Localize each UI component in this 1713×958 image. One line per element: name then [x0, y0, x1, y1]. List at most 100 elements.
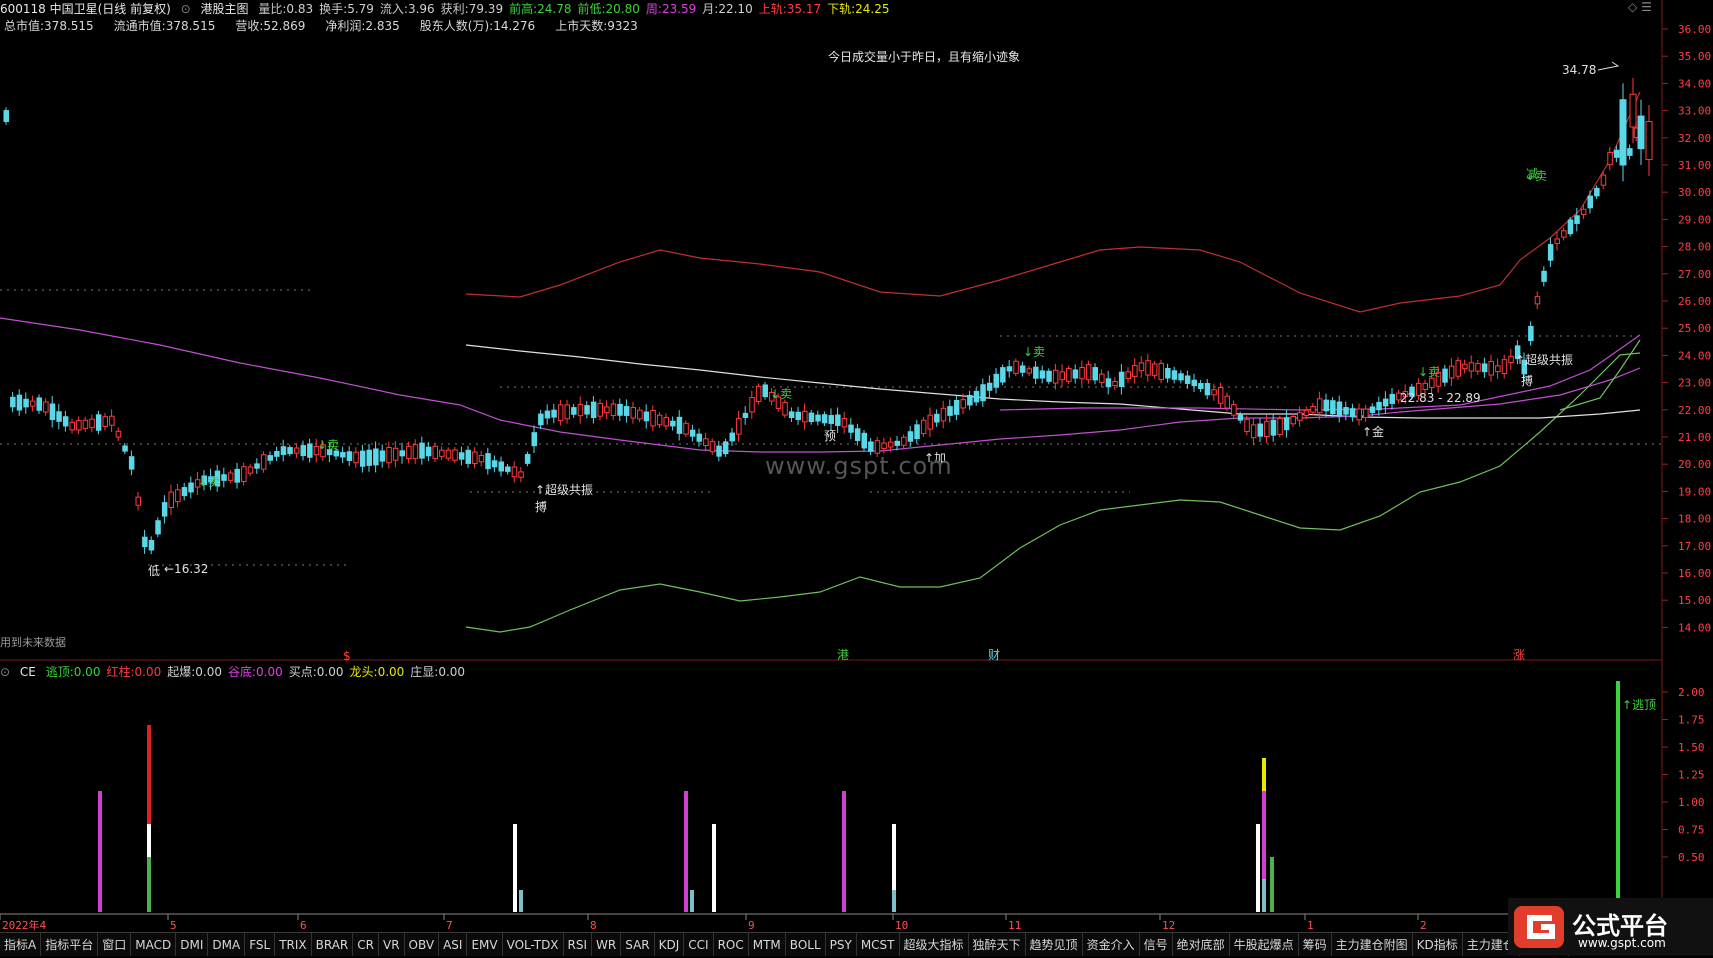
candle-body[interactable]: [1488, 360, 1494, 376]
candle-body[interactable]: [1079, 367, 1085, 380]
candle-body[interactable]: [729, 432, 735, 442]
candle-body[interactable]: [1171, 370, 1178, 380]
candle-body[interactable]: [1013, 360, 1019, 374]
candle-body[interactable]: [868, 441, 874, 452]
candle-body[interactable]: [960, 399, 966, 409]
tab-9[interactable]: CR: [353, 933, 379, 956]
candle-body[interactable]: [663, 417, 669, 427]
candle-body[interactable]: [1574, 215, 1580, 224]
candle-body[interactable]: [1138, 362, 1145, 372]
candle-body[interactable]: [1587, 195, 1593, 209]
candle-body[interactable]: [62, 416, 69, 427]
candle-body[interactable]: [854, 428, 861, 441]
candle-body[interactable]: [1508, 355, 1514, 364]
tab-29[interactable]: 信号: [1140, 933, 1173, 956]
candle-body[interactable]: [1316, 398, 1323, 414]
candle-body[interactable]: [637, 409, 643, 420]
tab-30[interactable]: 绝对底部: [1173, 933, 1230, 956]
candle-body[interactable]: [95, 414, 102, 431]
candle-body[interactable]: [1455, 360, 1461, 377]
candle-body[interactable]: [749, 396, 755, 413]
candle-body[interactable]: [128, 456, 135, 470]
candle-body[interactable]: [656, 414, 663, 426]
candle-body[interactable]: [181, 487, 188, 497]
tab-24[interactable]: MCST: [857, 933, 900, 956]
candle-body[interactable]: [1382, 398, 1389, 407]
tab-34[interactable]: KD指标: [1413, 933, 1463, 956]
candle-body[interactable]: [544, 410, 551, 419]
candle-body[interactable]: [1231, 404, 1237, 416]
candle-body[interactable]: [386, 446, 392, 464]
candle-body[interactable]: [907, 431, 914, 442]
candle-body[interactable]: [392, 447, 399, 461]
tab-19[interactable]: CCI: [684, 933, 714, 956]
candle-body[interactable]: [1554, 238, 1560, 244]
tab-26[interactable]: 独醉天下: [969, 933, 1026, 956]
candle-body[interactable]: [1244, 418, 1250, 432]
candle-body[interactable]: [1442, 368, 1448, 383]
candle-body[interactable]: [1099, 373, 1105, 383]
candle-body[interactable]: [716, 445, 722, 457]
candle-body[interactable]: [1072, 369, 1079, 379]
candle-body[interactable]: [967, 394, 973, 406]
candle-body[interactable]: [1125, 371, 1131, 379]
candle-body[interactable]: [947, 406, 953, 416]
candle-body[interactable]: [1356, 408, 1362, 421]
candle-body[interactable]: [630, 407, 636, 419]
candle-body[interactable]: [1151, 363, 1158, 376]
tab-7[interactable]: TRIX: [275, 933, 312, 956]
candle-body[interactable]: [10, 396, 16, 408]
candle-body[interactable]: [3, 110, 9, 123]
sub-dropdown-icon[interactable]: ⊙: [0, 665, 10, 679]
candle-body[interactable]: [399, 450, 405, 457]
candle-body[interactable]: [597, 402, 603, 417]
tab-13[interactable]: EMV: [467, 933, 503, 956]
candle-body[interactable]: [1237, 414, 1244, 421]
candle-body[interactable]: [353, 451, 359, 464]
candle-body[interactable]: [1250, 424, 1257, 439]
candle-body[interactable]: [1629, 93, 1637, 128]
sub-indicator-name[interactable]: CE: [20, 665, 36, 679]
tab-10[interactable]: VR: [379, 933, 405, 956]
candle-body[interactable]: [1204, 383, 1211, 396]
candle-body[interactable]: [531, 432, 537, 447]
candle-body[interactable]: [69, 421, 75, 431]
candle-body[interactable]: [82, 419, 89, 429]
tab-31[interactable]: 牛股起爆点: [1230, 933, 1299, 956]
candle-body[interactable]: [1132, 365, 1138, 377]
candle-body[interactable]: [980, 384, 986, 402]
candle-body[interactable]: [1006, 366, 1013, 372]
candle-body[interactable]: [1567, 219, 1574, 235]
candle-body[interactable]: [1645, 120, 1653, 161]
candle-body[interactable]: [617, 403, 623, 416]
candle-body[interactable]: [1429, 377, 1435, 388]
candle-body[interactable]: [36, 397, 42, 411]
tab-20[interactable]: ROC: [714, 933, 749, 956]
candle-body[interactable]: [683, 422, 689, 435]
candle-body[interactable]: [940, 407, 947, 422]
candle-body[interactable]: [1561, 230, 1567, 238]
candle-body[interactable]: [1046, 370, 1052, 382]
candle-body[interactable]: [379, 450, 386, 462]
candle-body[interactable]: [736, 417, 742, 435]
candle-body[interactable]: [412, 444, 419, 459]
candle-body[interactable]: [762, 384, 768, 398]
candle-body[interactable]: [577, 403, 584, 417]
candle-body[interactable]: [795, 411, 801, 421]
candle-body[interactable]: [861, 432, 867, 449]
tab-14[interactable]: VOL-TDX: [503, 933, 564, 956]
candle-body[interactable]: [1336, 401, 1343, 417]
candle-body[interactable]: [155, 520, 161, 535]
tab-11[interactable]: OBV: [405, 933, 440, 956]
tab-2[interactable]: 窗口: [98, 933, 132, 956]
candle-body[interactable]: [280, 446, 287, 455]
candle-body[interactable]: [1105, 378, 1112, 388]
candle-body[interactable]: [703, 438, 709, 447]
candle-body[interactable]: [538, 413, 544, 426]
candle-body[interactable]: [1627, 148, 1633, 156]
tab-16[interactable]: WR: [592, 933, 622, 956]
candle-body[interactable]: [505, 466, 511, 472]
candle-body[interactable]: [610, 403, 617, 417]
candle-body[interactable]: [1145, 360, 1151, 376]
candle-body[interactable]: [927, 414, 933, 430]
